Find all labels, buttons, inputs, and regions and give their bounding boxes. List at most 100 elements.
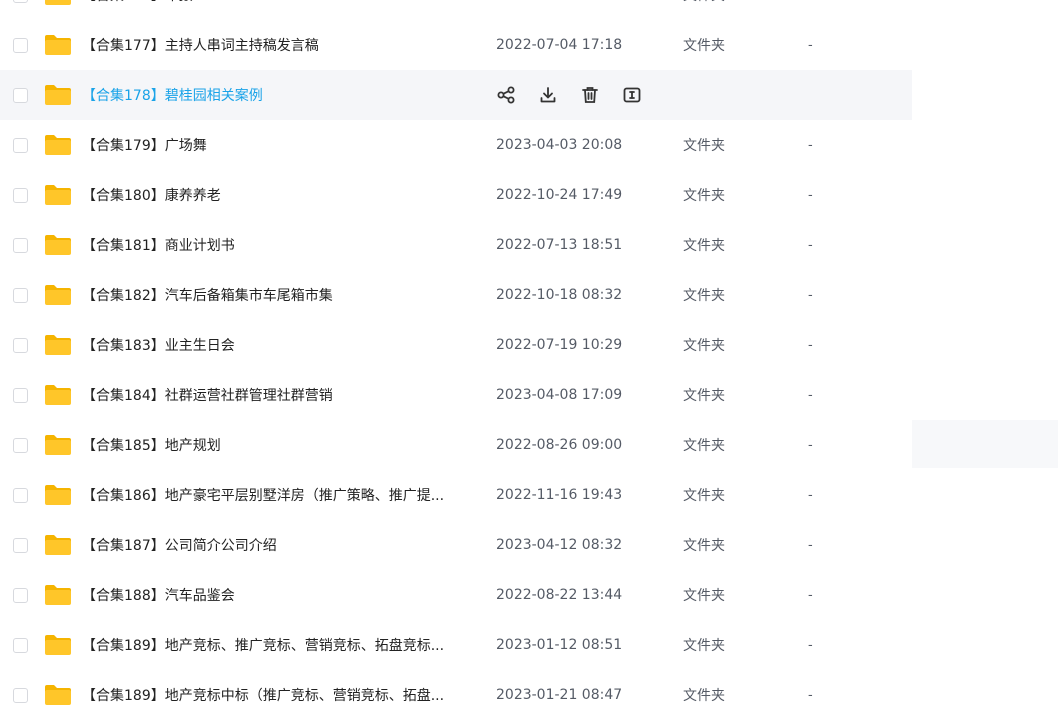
- file-row[interactable]: 【合集186】地产豪宅平层别墅洋房（推广策略、推广提... 2022-11-16 …: [0, 470, 912, 520]
- folder-icon: [44, 0, 72, 6]
- file-name-link[interactable]: 【合集189】地产竞标、推广竞标、营销竞标、拓盘竞标...: [82, 635, 444, 655]
- delete-icon[interactable]: [580, 85, 600, 105]
- file-type: 文件夹: [683, 138, 725, 154]
- folder-icon: [44, 684, 72, 706]
- file-size: -: [808, 487, 813, 503]
- row-checkbox[interactable]: [13, 0, 28, 3]
- file-size: -: [808, 137, 813, 153]
- share-icon[interactable]: [496, 85, 516, 105]
- file-name-link[interactable]: 【合集186】地产豪宅平层别墅洋房（推广策略、推广提...: [82, 485, 444, 505]
- file-type: 文件夹: [683, 288, 725, 304]
- file-row[interactable]: 【合集184】社群运营社群管理社群营销 2023-04-08 17:09 文件夹 -: [0, 370, 912, 420]
- file-type: 文件夹: [683, 488, 725, 504]
- row-checkbox[interactable]: [13, 387, 28, 403]
- modified-date: 2022-08-26 09:00: [496, 437, 623, 453]
- file-name-link[interactable]: 【合集181】商业计划书: [82, 235, 235, 255]
- row-checkbox[interactable]: [13, 87, 28, 103]
- folder-icon: [44, 384, 72, 406]
- file-size: -: [808, 437, 813, 453]
- file-size: -: [808, 187, 813, 203]
- file-type: 文件夹: [683, 638, 725, 654]
- file-row[interactable]: 【合集188】汽车品鉴会 2022-08-22 13:44 文件夹 -: [0, 570, 912, 620]
- file-name-link[interactable]: 【合集179】广场舞: [82, 135, 207, 155]
- file-name-link[interactable]: 【合集182】汽车后备箱集市车尾箱市集: [82, 285, 333, 305]
- file-name-link[interactable]: 【合集188】汽车品鉴会: [82, 585, 235, 605]
- row-checkbox[interactable]: [13, 237, 28, 253]
- modified-date: 2023-01-12 08:51: [496, 637, 623, 653]
- row-checkbox[interactable]: [13, 37, 28, 53]
- file-name-link[interactable]: 【合集176】年报: [82, 0, 193, 5]
- file-size: -: [808, 287, 813, 303]
- row-checkbox[interactable]: [13, 187, 28, 203]
- file-size: -: [808, 687, 813, 703]
- folder-icon: [44, 134, 72, 156]
- folder-icon: [44, 84, 72, 106]
- row-checkbox[interactable]: [13, 287, 28, 303]
- file-row[interactable]: 【合集185】地产规划 2022-08-26 09:00 文件夹 -: [0, 420, 912, 470]
- file-name-link[interactable]: 【合集185】地产规划: [82, 435, 221, 455]
- file-size: -: [808, 0, 813, 3]
- file-size: -: [808, 637, 813, 653]
- file-type: 文件夹: [683, 38, 725, 54]
- row-checkbox[interactable]: [13, 637, 28, 653]
- modified-date: 2023-01-21 08:47: [496, 687, 623, 703]
- file-row[interactable]: 【合集179】广场舞 2023-04-03 20:08 文件夹 -: [0, 120, 912, 170]
- row-checkbox[interactable]: [13, 687, 28, 703]
- file-type: 文件夹: [683, 688, 725, 704]
- row-checkbox[interactable]: [13, 487, 28, 503]
- file-size: -: [808, 537, 813, 553]
- file-row[interactable]: 【合集189】地产竞标中标（推广竞标、营销竞标、拓盘... 2023-01-21 …: [0, 670, 912, 720]
- file-name-link[interactable]: 【合集184】社群运营社群管理社群营销: [82, 385, 333, 405]
- folder-icon: [44, 234, 72, 256]
- modified-date: 2022-11-16 19:43: [496, 487, 623, 503]
- row-checkbox[interactable]: [13, 587, 28, 603]
- file-size: -: [808, 587, 813, 603]
- download-icon[interactable]: [538, 85, 558, 105]
- file-row[interactable]: 【合集183】业主生日会 2022-07-19 10:29 文件夹 -: [0, 320, 912, 370]
- file-row[interactable]: 【合集182】汽车后备箱集市车尾箱市集 2022-10-18 08:32 文件夹 -: [0, 270, 912, 320]
- modified-date: 2022-07-01 10:01: [496, 0, 622, 3]
- folder-icon: [44, 284, 72, 306]
- modified-date: 2023-04-12 08:32: [496, 537, 623, 553]
- row-hover-extension: [912, 420, 1058, 468]
- file-row[interactable]: 【合集178】碧桂园相关案例: [0, 70, 912, 120]
- row-checkbox[interactable]: [13, 537, 28, 553]
- file-name-link[interactable]: 【合集178】碧桂园相关案例: [82, 85, 263, 105]
- file-type: 文件夹: [683, 388, 725, 404]
- file-type: 文件夹: [683, 438, 725, 454]
- row-checkbox[interactable]: [13, 337, 28, 353]
- file-row[interactable]: 【合集187】公司简介公司介绍 2023-04-12 08:32 文件夹 -: [0, 520, 912, 570]
- file-size: -: [808, 337, 813, 353]
- modified-date: 2022-08-22 13:44: [496, 587, 623, 603]
- modified-date: 2022-07-19 10:29: [496, 337, 623, 353]
- row-actions: [496, 85, 664, 105]
- file-name-link[interactable]: 【合集187】公司简介公司介绍: [82, 535, 277, 555]
- file-row[interactable]: 【合集180】康养养老 2022-10-24 17:49 文件夹 -: [0, 170, 912, 220]
- file-type: 文件夹: [683, 188, 725, 204]
- file-row[interactable]: 【合集177】主持人串词主持稿发言稿 2022-07-04 17:18 文件夹 -: [0, 20, 912, 70]
- folder-icon: [44, 434, 72, 456]
- file-name-link[interactable]: 【合集180】康养养老: [82, 185, 221, 205]
- file-type: 文件夹: [683, 0, 725, 5]
- modified-date: 2022-10-24 17:49: [496, 187, 623, 203]
- modified-date: 2022-07-04 17:18: [496, 37, 623, 53]
- modified-date: 2023-04-03 20:08: [496, 137, 623, 153]
- rename-icon[interactable]: [622, 85, 642, 105]
- file-size: -: [808, 37, 813, 53]
- modified-date: 2023-04-08 17:09: [496, 387, 623, 403]
- row-checkbox[interactable]: [13, 437, 28, 453]
- folder-icon: [44, 584, 72, 606]
- file-row[interactable]: 【合集189】地产竞标、推广竞标、营销竞标、拓盘竞标... 2023-01-12 …: [0, 620, 912, 670]
- file-row[interactable]: 【合集181】商业计划书 2022-07-13 18:51 文件夹 -: [0, 220, 912, 270]
- file-type: 文件夹: [683, 588, 725, 604]
- file-name-link[interactable]: 【合集177】主持人串词主持稿发言稿: [82, 35, 319, 55]
- file-list: 【合集176】年报 2022-07-01 10:01 文件夹 - 【合集177】主持人…: [0, 0, 912, 720]
- folder-icon: [44, 534, 72, 556]
- folder-icon: [44, 634, 72, 656]
- modified-date: 2022-10-18 08:32: [496, 287, 623, 303]
- file-name-link[interactable]: 【合集183】业主生日会: [82, 335, 235, 355]
- row-checkbox[interactable]: [13, 137, 28, 153]
- file-name-link[interactable]: 【合集189】地产竞标中标（推广竞标、营销竞标、拓盘...: [82, 685, 444, 705]
- file-row[interactable]: 【合集176】年报 2022-07-01 10:01 文件夹 -: [0, 0, 912, 20]
- file-type: 文件夹: [683, 538, 725, 554]
